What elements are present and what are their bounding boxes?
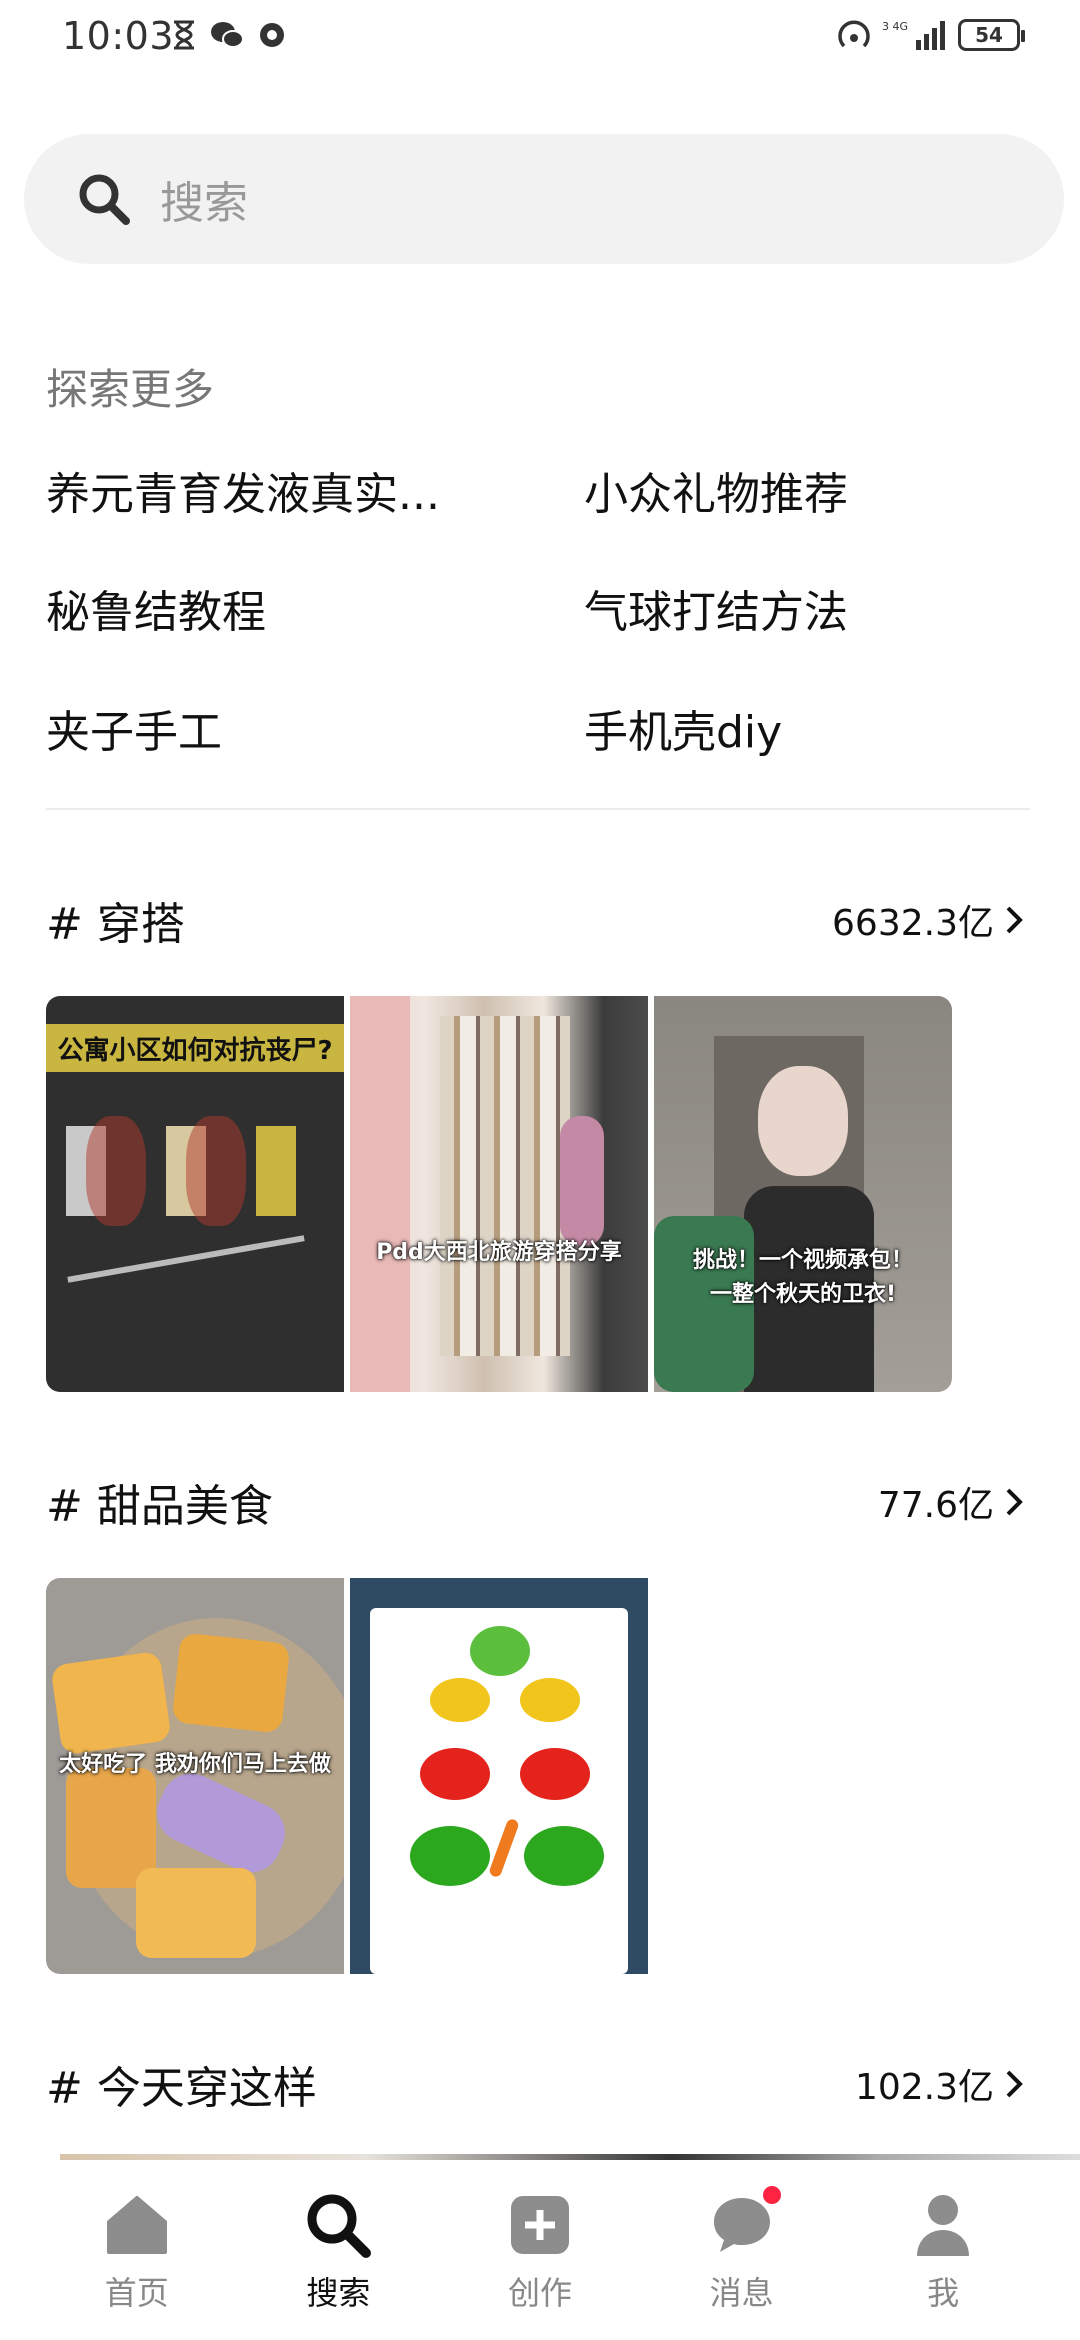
note-thumbnail[interactable]: 挑战！一个视频承包！ 一整个秋天的卫衣!: [654, 996, 952, 1392]
profile-icon: [908, 2190, 978, 2260]
section-count[interactable]: 102.3亿: [855, 2058, 1024, 2110]
status-bar: 10:03 3 4G 54: [0, 0, 1080, 76]
wechat-icon: [211, 22, 244, 48]
nav-label: 消息: [709, 2274, 774, 2312]
thumbnail-caption: Pdd大西北旅游穿搭分享: [376, 1240, 622, 1265]
explore-title: 探索更多: [46, 365, 215, 414]
home-icon: [102, 2190, 172, 2260]
nav-create[interactable]: 创作: [460, 2190, 620, 2340]
section-count-value: 102.3亿: [854, 2067, 994, 2108]
divider: [46, 808, 1030, 810]
nav-messages[interactable]: 消息: [662, 2184, 822, 2340]
status-notification-icons: [172, 20, 286, 50]
thumbnail-caption: 挑战！一个视频承包！: [692, 1248, 913, 1273]
note-thumbnail[interactable]: 公寓小区如何对抗丧尸?: [46, 996, 344, 1392]
explore-item[interactable]: 秘鲁结教程: [46, 576, 266, 640]
search-placeholder: 搜索: [160, 178, 248, 229]
note-thumbnail[interactable]: [350, 1578, 648, 1974]
search-icon: [74, 169, 134, 229]
note-thumbnail[interactable]: Pdd大西北旅游穿搭分享: [350, 996, 648, 1392]
nav-home[interactable]: 首页: [57, 2190, 217, 2340]
chevron-right-icon: [1006, 906, 1023, 934]
thumbnail-caption: 一整个秋天的卫衣!: [709, 1282, 897, 1307]
explore-item[interactable]: 夹子手工: [46, 696, 222, 760]
nav-label: 创作: [507, 2274, 572, 2312]
chevron-right-icon: [1006, 1488, 1023, 1516]
message-icon: [707, 2184, 783, 2260]
svg-text:3 4G: 3 4G: [882, 20, 908, 33]
section-count[interactable]: 6632.3亿: [832, 894, 1024, 946]
nav-label: 我: [927, 2274, 960, 2312]
notification-badge: [760, 2184, 783, 2206]
nav-label: 首页: [104, 2274, 169, 2312]
battery-indicator: 54: [958, 19, 1025, 51]
explore-item[interactable]: 养元青育发液真实...: [46, 458, 440, 522]
status-system-icons: 3 4G 54: [836, 18, 1025, 52]
signal-icon: 3 4G: [882, 20, 945, 50]
explore-item[interactable]: 手机壳diy: [584, 696, 782, 760]
app-notification-icon: [260, 23, 284, 47]
explore-item[interactable]: 小众礼物推荐: [584, 458, 848, 522]
section-count-value: 6632.3亿: [832, 903, 994, 944]
section-count[interactable]: 77.6亿: [878, 1476, 1024, 1528]
section-title[interactable]: # 甜品美食: [46, 1470, 273, 1534]
section-count-value: 77.6亿: [877, 1485, 994, 1526]
thumbnail-caption: 太好吃了 我劝你们马上去做: [59, 1752, 331, 1777]
hourglass-icon: [174, 20, 194, 50]
bottom-nav: 首页 搜索 创作 消息 我: [0, 2160, 1080, 2340]
nav-search[interactable]: 搜索: [258, 2190, 418, 2340]
search-input[interactable]: 搜索: [24, 134, 1064, 264]
explore-item[interactable]: 气球打结方法: [584, 576, 848, 640]
thumbnail-caption: 公寓小区如何对抗丧尸?: [57, 1036, 333, 1066]
note-thumbnail[interactable]: 太好吃了 我劝你们马上去做: [46, 1578, 344, 1974]
section-title[interactable]: # 今天穿这样: [46, 2052, 317, 2116]
search-icon: [303, 2190, 373, 2260]
chevron-right-icon: [1006, 2070, 1023, 2098]
nav-profile[interactable]: 我: [863, 2190, 1023, 2340]
hotspot-icon: [838, 20, 870, 48]
status-time: 10:03: [62, 14, 175, 58]
nav-label: 搜索: [306, 2274, 371, 2312]
section-title[interactable]: # 穿搭: [46, 888, 185, 952]
create-icon: [505, 2190, 575, 2260]
